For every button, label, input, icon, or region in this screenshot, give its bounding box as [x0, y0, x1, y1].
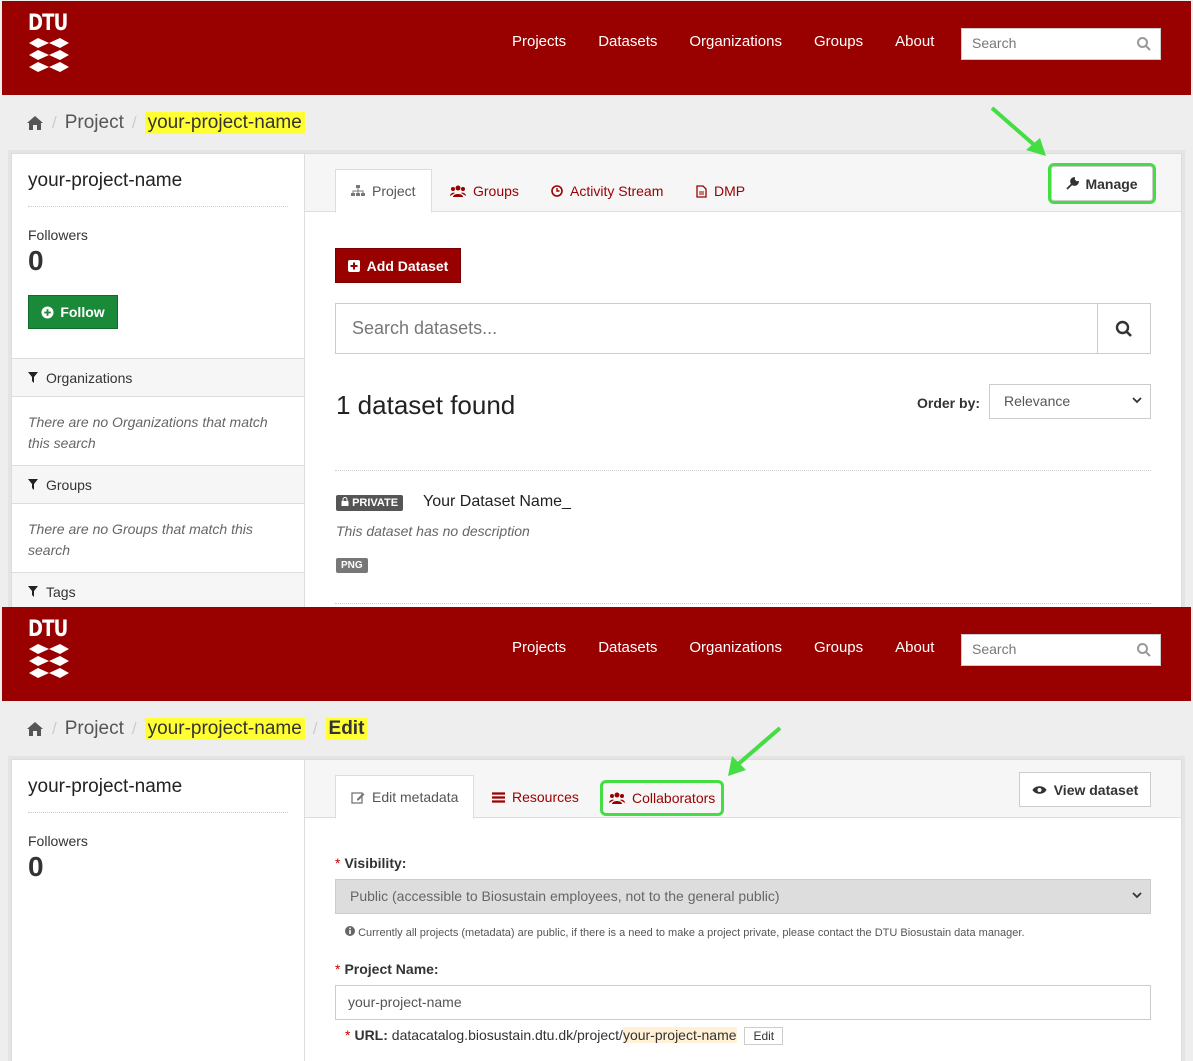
nav-groups[interactable]: Groups	[814, 639, 863, 656]
sitemap-icon	[351, 185, 365, 196]
dtu-logo[interactable]: DTU	[28, 11, 70, 75]
visibility-help: Currently all projects (metadata) are pu…	[345, 926, 1025, 939]
tab-groups[interactable]: Groups	[435, 169, 534, 213]
home-icon[interactable]	[26, 115, 44, 131]
dtu-logo[interactable]: DTU	[28, 617, 70, 681]
info-circle-icon	[345, 926, 355, 936]
search-icon	[1115, 320, 1132, 337]
nav-projects[interactable]: Projects	[512, 33, 566, 50]
facet-organizations-header[interactable]: Organizations	[12, 358, 304, 397]
logo-waves-icon	[29, 38, 69, 72]
masthead: DTU Projects Datasets Organizations Grou…	[2, 1, 1191, 95]
visibility-select[interactable]: Public (accessible to Biosustain employe…	[335, 879, 1151, 914]
annotation-arrow-collaborators	[728, 726, 782, 776]
chevron-down-icon	[1132, 397, 1142, 404]
tab-collaborators[interactable]: Collaborators	[599, 780, 725, 816]
breadcrumb: / Project / your-project-name / Edit	[26, 718, 368, 740]
nav-datasets[interactable]: Datasets	[598, 639, 657, 656]
nav-projects[interactable]: Projects	[512, 639, 566, 656]
content-panel: your-project-name Followers 0 Edit metad…	[11, 759, 1182, 1061]
content-panel: your-project-name Followers 0 Follow Org…	[11, 153, 1182, 607]
site-search-input[interactable]: Search	[961, 634, 1161, 666]
clock-icon	[551, 185, 563, 197]
lock-icon	[341, 497, 349, 506]
main-content: Edit metadata Resources Collaborators Vi…	[305, 760, 1181, 1061]
followers-label: Followers	[28, 833, 88, 849]
results-count: 1 dataset found	[336, 390, 516, 420]
format-badge[interactable]: PNG	[336, 555, 368, 573]
order-by-label: Order by:	[917, 395, 981, 411]
url-edit-button[interactable]: Edit	[744, 1027, 784, 1045]
manage-button[interactable]: Manage	[1048, 163, 1156, 204]
facet-groups-header[interactable]: Groups	[12, 465, 304, 504]
tab-dmp[interactable]: DMP	[681, 169, 760, 213]
plus-square-icon	[347, 259, 360, 272]
screenshot-edit-page: DTU Projects Datasets Organizations Grou…	[0, 607, 1193, 1061]
sidebar: your-project-name Followers 0 Follow Org…	[12, 154, 305, 607]
add-dataset-button[interactable]: Add Dataset	[335, 248, 461, 283]
tab-bar: Project Groups Activity Stream DMP Manag…	[305, 154, 1181, 213]
screenshot-project-page: DTU Projects Datasets Organizations Grou…	[0, 0, 1193, 607]
main-nav: Projects Datasets Organizations Groups A…	[512, 639, 966, 656]
nav-about[interactable]: About	[895, 639, 934, 656]
project-name-label: * Project Name:	[335, 961, 439, 977]
nav-about[interactable]: About	[895, 33, 934, 50]
filter-icon	[28, 479, 38, 490]
dataset-description: This dataset has no description	[336, 523, 530, 539]
tab-activity-stream[interactable]: Activity Stream	[536, 169, 678, 213]
visibility-label: * Visibility:	[335, 855, 407, 871]
filter-icon	[28, 586, 38, 597]
file-icon	[696, 184, 707, 198]
nav-datasets[interactable]: Datasets	[598, 33, 657, 50]
chevron-down-icon	[1132, 892, 1142, 899]
masthead: DTU Projects Datasets Organizations Grou…	[2, 607, 1191, 701]
dataset-search-input[interactable]: Search datasets...	[335, 303, 1151, 354]
home-icon[interactable]	[26, 721, 44, 737]
sidebar: your-project-name Followers 0	[12, 760, 305, 1061]
followers-label: Followers	[28, 227, 88, 243]
followers-count: 0	[28, 245, 44, 276]
breadcrumb-project[interactable]: Project	[65, 718, 124, 740]
logo-waves-icon	[29, 644, 69, 678]
breadcrumb-project[interactable]: Project	[65, 112, 124, 134]
follow-button[interactable]: Follow	[28, 295, 118, 329]
private-badge: PRIVATE	[336, 493, 404, 511]
facet-tags-header[interactable]: Tags	[12, 572, 304, 607]
main-content: Project Groups Activity Stream DMP Manag…	[305, 154, 1181, 607]
main-nav: Projects Datasets Organizations Groups A…	[512, 33, 966, 50]
plus-circle-icon	[41, 305, 54, 319]
nav-organizations[interactable]: Organizations	[689, 33, 782, 50]
filter-icon	[28, 372, 38, 383]
followers-count: 0	[28, 851, 44, 882]
list-icon	[492, 791, 505, 803]
breadcrumb: / Project / your-project-name	[26, 112, 305, 134]
facet-groups-empty: There are no Groups that match this sear…	[28, 521, 253, 558]
breadcrumb-edit[interactable]: Edit	[325, 718, 368, 740]
users-icon	[450, 185, 466, 197]
tab-edit-metadata[interactable]: Edit metadata	[335, 775, 475, 819]
tab-resources[interactable]: Resources	[477, 775, 594, 819]
nav-organizations[interactable]: Organizations	[689, 639, 782, 656]
annotation-arrow-manage	[990, 106, 1046, 156]
dataset-name-link[interactable]: Your Dataset Name_	[423, 493, 571, 511]
project-url: * URL: datacatalog.biosustain.dtu.dk/proj…	[345, 1027, 784, 1045]
edit-icon	[351, 791, 365, 804]
project-name-input[interactable]: your-project-name	[335, 985, 1151, 1020]
tab-project[interactable]: Project	[335, 169, 432, 213]
project-title: your-project-name	[28, 170, 183, 191]
project-title: your-project-name	[28, 776, 183, 797]
dataset-search-button[interactable]	[1097, 304, 1150, 353]
nav-groups[interactable]: Groups	[814, 33, 863, 50]
view-dataset-button[interactable]: View dataset	[1019, 772, 1151, 807]
eye-icon	[1032, 785, 1047, 794]
site-search-input[interactable]: Search	[961, 28, 1161, 60]
breadcrumb-project-name[interactable]: your-project-name	[144, 718, 305, 740]
breadcrumb-project-name[interactable]: your-project-name	[144, 112, 305, 134]
facet-organizations-empty: There are no Organizations that match th…	[28, 414, 268, 451]
order-by-select[interactable]: Relevance	[989, 384, 1151, 419]
users-icon	[609, 792, 625, 804]
search-icon[interactable]	[1136, 642, 1152, 658]
search-icon[interactable]	[1136, 36, 1152, 52]
wrench-icon	[1066, 177, 1080, 190]
